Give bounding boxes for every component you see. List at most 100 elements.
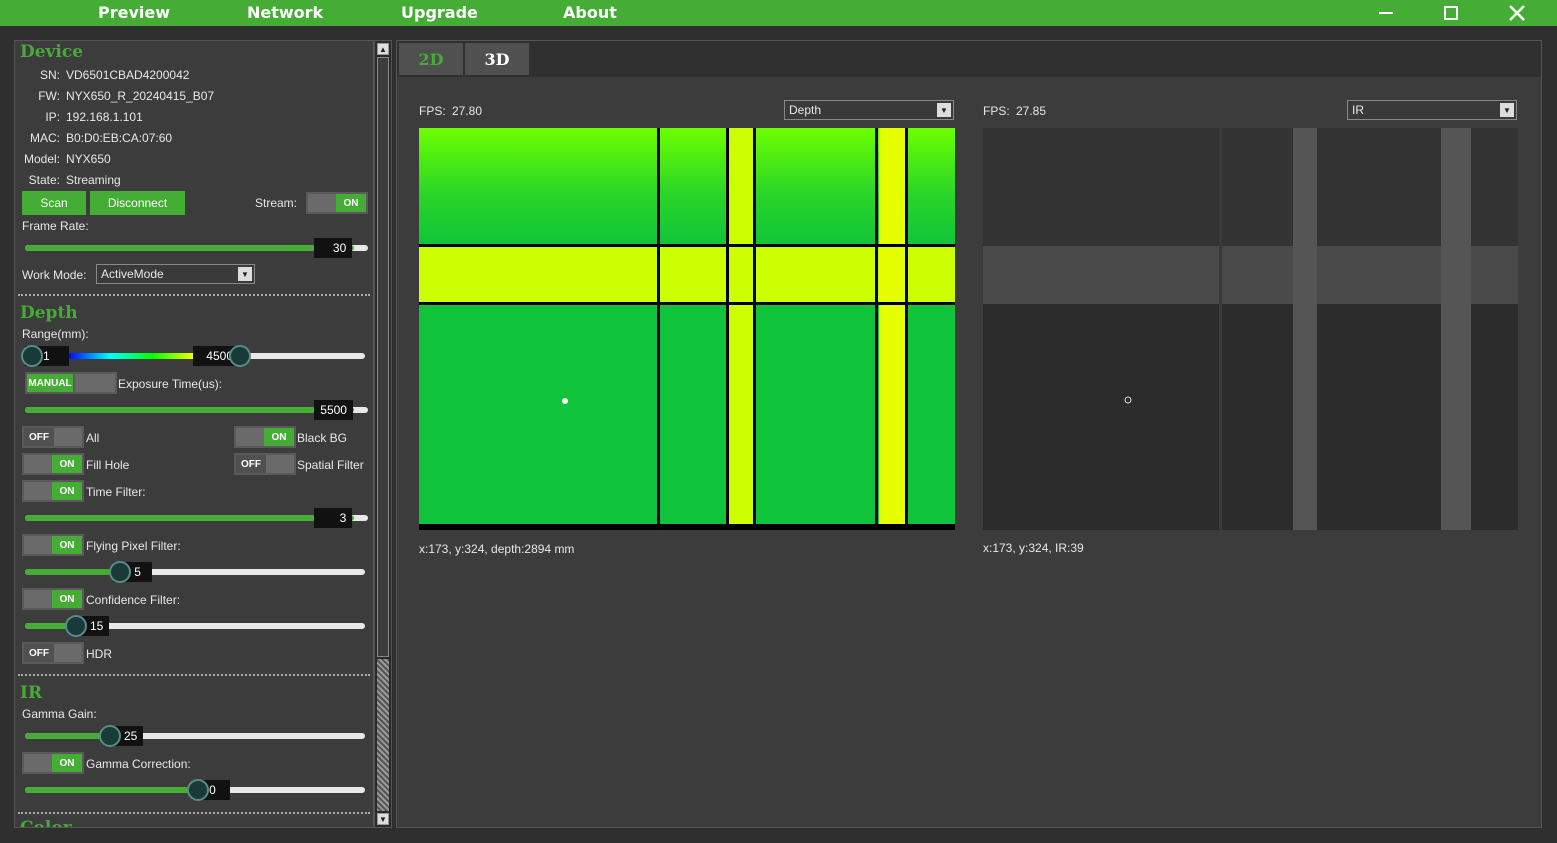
menu-network[interactable]: Network (247, 3, 323, 22)
scroll-down-icon[interactable]: ▼ (377, 813, 389, 825)
fill-hole-label: Fill Hole (86, 458, 130, 472)
all-label: All (86, 431, 100, 445)
fw-value: NYX650_R_20240415_B07 (66, 89, 215, 103)
range-label: Range(mm): (22, 327, 89, 341)
time-filter-slider[interactable]: 3 (25, 506, 368, 530)
state-label: State: (28, 173, 60, 187)
confidence-slider[interactable]: 15 (25, 614, 365, 638)
minimize-button[interactable] (1366, 0, 1406, 26)
ir-map-graphic (983, 128, 1518, 530)
device-section-title: Device (20, 42, 84, 62)
gamma-correction-toggle-state: ON (52, 754, 82, 772)
range-max-handle[interactable] (229, 345, 251, 367)
fill-hole-toggle[interactable]: ON (22, 453, 84, 475)
stream-label: Stream: (255, 196, 298, 210)
work-mode-label: Work Mode: (22, 268, 87, 282)
spatial-filter-toggle-state: OFF (236, 455, 266, 473)
ir-mode-select[interactable]: IR ▼ (1347, 100, 1517, 120)
range-slider[interactable]: 1 4500 (21, 344, 365, 368)
chevron-down-icon: ▼ (937, 103, 951, 117)
fill-hole-toggle-state: ON (52, 455, 82, 473)
model-value: NYX650 (66, 152, 111, 166)
menu-upgrade[interactable]: Upgrade (401, 3, 478, 22)
scroll-up-icon[interactable]: ▲ (377, 43, 389, 55)
black-bg-toggle-state: ON (264, 428, 294, 446)
maximize-button[interactable] (1431, 0, 1471, 26)
exposure-label: Exposure Time(us): (118, 377, 223, 391)
view-tabs: 2D 3D (397, 41, 1541, 77)
model-label: Model: (23, 152, 60, 166)
stream-toggle-state: ON (336, 194, 366, 212)
close-button[interactable] (1497, 0, 1537, 26)
scroll-thumb[interactable] (377, 57, 389, 657)
gamma-gain-label: Gamma Gain: (22, 707, 97, 721)
color-section-title: Color (20, 818, 72, 828)
depth-fps-label: FPS: (419, 104, 446, 118)
confidence-toggle[interactable]: ON (22, 588, 84, 610)
depth-section-title: Depth (20, 303, 78, 323)
title-bar: Preview Network Upgrade About (0, 0, 1557, 26)
scan-button[interactable]: Scan (22, 191, 86, 215)
flying-pixel-toggle[interactable]: ON (22, 534, 84, 556)
flying-pixel-slider[interactable]: 5 (25, 560, 365, 584)
exposure-mode-toggle[interactable]: MANUAL (25, 372, 117, 394)
confidence-handle[interactable] (65, 615, 87, 637)
gamma-gain-slider[interactable]: 25 (25, 724, 365, 748)
ir-coord-readout: x:173, y:324, IR:39 (983, 541, 1084, 555)
gamma-correction-toggle[interactable]: ON (22, 752, 84, 774)
time-filter-toggle[interactable]: ON (22, 480, 84, 502)
minimize-icon (1379, 12, 1393, 14)
all-toggle-state: OFF (24, 428, 54, 446)
frame-rate-slider[interactable]: 30 (25, 236, 368, 260)
gamma-correction-label: Gamma Correction: (86, 757, 191, 771)
range-min-handle[interactable] (21, 345, 43, 367)
black-bg-toggle[interactable]: ON (234, 426, 296, 448)
chevron-down-icon: ▼ (1500, 103, 1514, 117)
chevron-down-icon: ▼ (238, 267, 252, 281)
menu-preview[interactable]: Preview (98, 3, 170, 22)
gamma-correction-slider[interactable]: 50 (25, 778, 365, 802)
maximize-icon (1444, 6, 1458, 20)
settings-panel: Device SN: VD6501CBAD4200042 FW: NYX650_… (14, 40, 374, 828)
gamma-gain-handle[interactable] (99, 725, 121, 747)
frame-rate-label: Frame Rate: (22, 219, 89, 233)
exposure-slider[interactable]: 5500 (25, 398, 368, 422)
depth-mode-select[interactable]: Depth ▼ (784, 100, 954, 120)
settings-scrollbar[interactable]: ▲ ▼ (374, 40, 392, 828)
depth-image[interactable] (419, 128, 955, 530)
mac-label: MAC: (30, 131, 60, 145)
ip-value: 192.168.1.101 (66, 110, 143, 124)
time-filter-label: Time Filter: (86, 485, 146, 499)
stream-toggle[interactable]: ON (306, 192, 368, 214)
work-mode-value: ActiveMode (101, 267, 164, 281)
divider (18, 812, 370, 814)
menu-about[interactable]: About (563, 3, 617, 22)
all-toggle[interactable]: OFF (22, 426, 84, 448)
view-area: 2D 3D FPS: 27.80 Depth ▼ x:173, y:324, d… (396, 40, 1542, 828)
tab-2d[interactable]: 2D (399, 43, 463, 75)
disconnect-button[interactable]: Disconnect (90, 191, 185, 215)
ir-mode-value: IR (1352, 103, 1364, 117)
hdr-label: HDR (86, 647, 112, 661)
flying-pixel-label: Flying Pixel Filter: (86, 539, 181, 553)
divider (18, 294, 370, 296)
tab-3d[interactable]: 3D (465, 43, 529, 75)
confidence-toggle-state: ON (52, 590, 82, 608)
depth-map-graphic (419, 128, 955, 530)
scroll-track[interactable] (377, 659, 389, 811)
work-mode-select[interactable]: ActiveMode ▼ (96, 264, 255, 284)
ir-image[interactable] (983, 128, 1518, 530)
hdr-toggle-state: OFF (24, 644, 54, 662)
divider (18, 674, 370, 676)
hdr-toggle[interactable]: OFF (22, 642, 84, 664)
exposure-mode-state: MANUAL (27, 374, 73, 392)
spatial-filter-label: Spatial Filter (297, 458, 364, 472)
frame-rate-value: 30 (314, 238, 353, 258)
flying-pixel-toggle-state: ON (52, 536, 82, 554)
close-icon (1509, 5, 1525, 21)
spatial-filter-toggle[interactable]: OFF (234, 453, 296, 475)
confidence-label: Confidence Filter: (86, 593, 181, 607)
state-value: Streaming (66, 173, 121, 187)
ir-fps-label: FPS: (983, 104, 1010, 118)
depth-mode-value: Depth (789, 103, 822, 117)
